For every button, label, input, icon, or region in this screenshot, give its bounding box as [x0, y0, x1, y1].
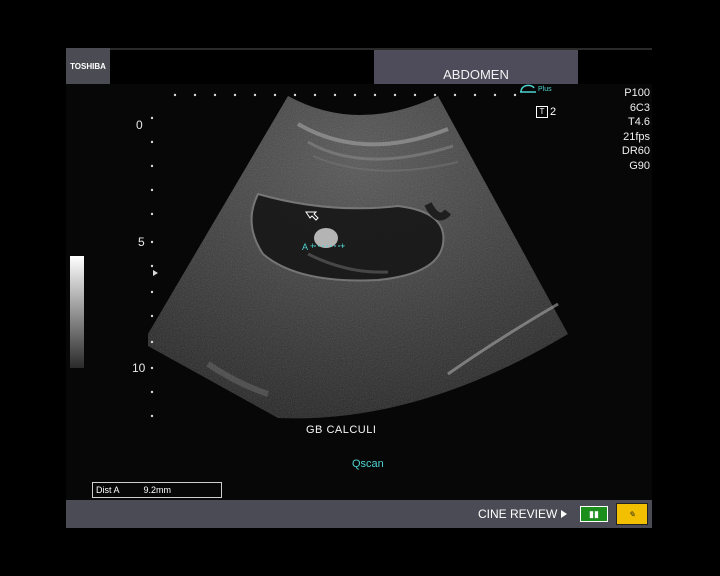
- svg-text:+: +: [340, 241, 345, 251]
- sector-scan-image: A + +: [148, 96, 568, 419]
- image-annotation: GB CALCULI: [306, 424, 377, 436]
- scan-mode-label[interactable]: Qscan: [352, 458, 384, 470]
- exam-preset[interactable]: ABDOMEN: [374, 50, 578, 84]
- play-arrow-icon: [561, 510, 568, 518]
- footswitch-icon[interactable]: ✎: [616, 503, 648, 525]
- probe-indicator-label: Plus: [538, 86, 552, 93]
- measurement-box: Dist A 9.2mm: [92, 482, 222, 498]
- param-gain: G90: [629, 159, 650, 172]
- param-probe: 6C3: [629, 101, 650, 114]
- depth-label-10: 10: [132, 361, 146, 375]
- brand-logo: TOSHIBA: [66, 48, 110, 84]
- probe-indicator-icon: Plus: [520, 84, 552, 93]
- depth-label-5: 5: [138, 235, 145, 249]
- param-dynamic-range: DR60: [621, 145, 650, 158]
- cine-review-control[interactable]: CINE REVIEW: [478, 507, 568, 521]
- info-redacted: [578, 50, 652, 84]
- measurement-label: Dist A: [96, 485, 120, 495]
- param-power: P100: [624, 87, 650, 99]
- cine-status-icon[interactable]: ▮▮: [580, 506, 608, 522]
- cine-review-label: CINE REVIEW: [478, 507, 558, 521]
- param-framerate: 21fps: [623, 130, 650, 143]
- caliper-label: A: [302, 242, 308, 252]
- depth-label-0: 0: [136, 118, 143, 132]
- param-frequency: T4.6: [627, 116, 650, 129]
- patient-info-redacted: [110, 50, 374, 84]
- acquisition-params: P100 6C3 T4.6 21fps DR60 G90: [622, 86, 650, 174]
- svg-text:+: +: [310, 241, 315, 251]
- grayscale-bar: [70, 256, 84, 368]
- measurement-value: 9.2mm: [143, 485, 172, 495]
